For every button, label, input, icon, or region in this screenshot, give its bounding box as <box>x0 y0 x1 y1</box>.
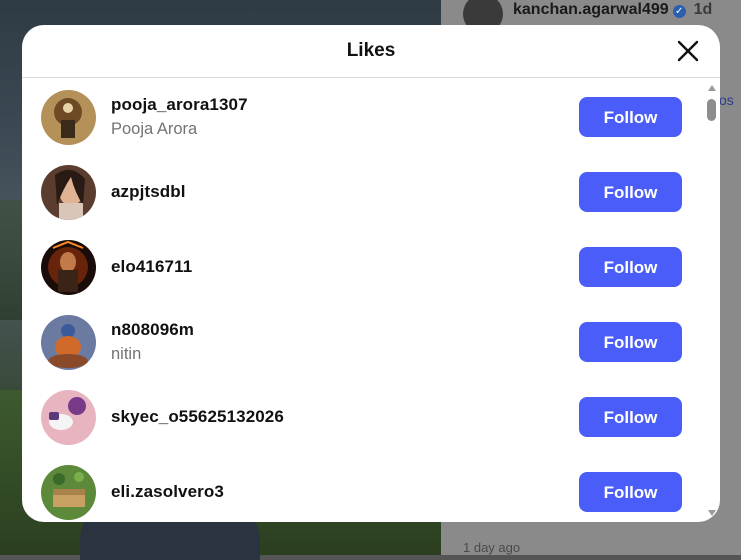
scroll-thumb[interactable] <box>707 99 716 121</box>
post-time: 1d <box>693 1 713 18</box>
avatar[interactable] <box>41 314 96 370</box>
avatar[interactable] <box>41 239 96 295</box>
list-item: skyec_o55625132026 Follow <box>41 387 682 447</box>
avatar[interactable] <box>41 89 96 145</box>
list-item: elo416711 Follow <box>41 237 682 297</box>
list-item: eli.zasolvero3 Follow <box>41 462 682 522</box>
username[interactable]: elo416711 <box>111 257 579 277</box>
scroll-up-arrow-icon[interactable] <box>708 85 716 91</box>
verified-badge-icon: ✓ <box>672 5 686 18</box>
follow-button[interactable]: Follow <box>579 472 682 512</box>
follow-button[interactable]: Follow <box>579 397 682 437</box>
user-names: skyec_o55625132026 <box>111 407 579 427</box>
post-date: 1 day ago <box>463 540 521 555</box>
full-name: nitin <box>111 345 142 363</box>
list-item: pooja_arora1307 Pooja Arora Follow <box>41 87 682 147</box>
user-names: n808096m nitin <box>111 320 579 364</box>
likes-dialog: Likes pooja_arora1307 Pooja Arora Follow… <box>22 25 720 522</box>
author-name-row: kanchan.agarwal499 ✓ 1d <box>513 1 712 19</box>
user-names: pooja_arora1307 Pooja Arora <box>111 95 579 139</box>
user-names: azpjtsdbl <box>111 182 579 202</box>
dialog-title: Likes <box>346 40 396 61</box>
likes-list: pooja_arora1307 Pooja Arora Follow azpjt… <box>22 78 720 522</box>
follow-button[interactable]: Follow <box>579 247 682 287</box>
sidebar-edge-text: os <box>719 92 734 108</box>
avatar[interactable] <box>41 464 96 520</box>
dialog-header: Likes <box>22 25 720 78</box>
avatar[interactable] <box>41 389 96 445</box>
username[interactable]: eli.zasolvero3 <box>111 482 579 502</box>
close-icon[interactable] <box>676 39 700 63</box>
full-name: Pooja Arora <box>111 120 198 138</box>
scrollbar[interactable] <box>706 83 718 522</box>
username[interactable]: azpjtsdbl <box>111 182 579 202</box>
follow-button[interactable]: Follow <box>579 97 682 137</box>
scroll-down-arrow-icon[interactable] <box>708 510 716 516</box>
username[interactable]: pooja_arora1307 <box>111 95 579 115</box>
username[interactable]: n808096m <box>111 320 579 340</box>
follow-button[interactable]: Follow <box>579 172 682 212</box>
username[interactable]: skyec_o55625132026 <box>111 407 579 427</box>
list-item: n808096m nitin Follow <box>41 312 682 372</box>
author-name: kanchan.agarwal499 <box>513 1 669 18</box>
user-names: elo416711 <box>111 257 579 277</box>
avatar[interactable] <box>41 164 96 220</box>
follow-button[interactable]: Follow <box>579 322 682 362</box>
list-item: azpjtsdbl Follow <box>41 162 682 222</box>
user-names: eli.zasolvero3 <box>111 482 579 502</box>
